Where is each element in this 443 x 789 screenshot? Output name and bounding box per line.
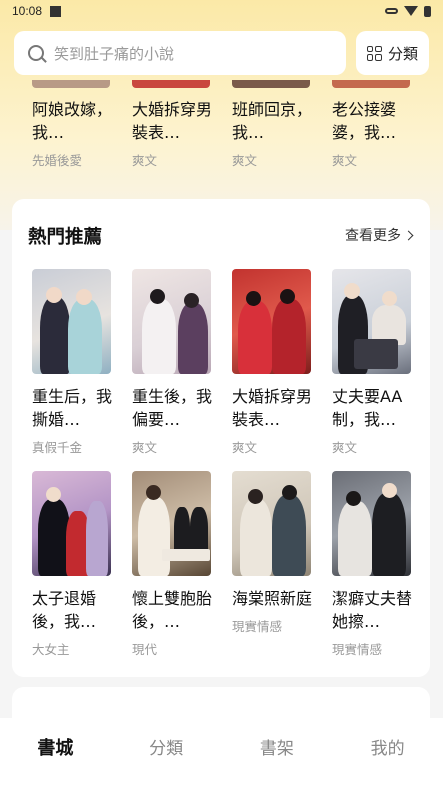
- bottom-nav: 書城 分類 書架 我的: [0, 718, 443, 789]
- book-item[interactable]: 大婚拆穿男裝表… 爽文: [232, 385, 322, 456]
- search-input[interactable]: 笑到肚子痛的小說: [14, 31, 346, 75]
- status-bar: 10:08: [0, 0, 443, 22]
- book-item[interactable]: 丈夫要AA制，我… 爽文: [332, 385, 422, 456]
- book-tag: 爽文: [132, 440, 158, 455]
- book-item[interactable]: 老公接婆婆，我… 爽文: [332, 98, 422, 169]
- book-item[interactable]: 重生后，我撕婚… 真假千金: [32, 385, 122, 456]
- view-more-label: 查看更多: [345, 228, 401, 244]
- book-cover[interactable]: [132, 471, 211, 576]
- top-book-row: 阿娘改嫁，我… 先婚後愛 大婚拆穿男裝表… 爽文 班師回京，我… 爽文 老公接婆…: [0, 80, 443, 190]
- book-tag: 爽文: [232, 153, 258, 168]
- book-tag: 現實情感: [232, 619, 283, 634]
- book-tag: 爽文: [332, 153, 358, 168]
- book-title: 班師回京，我…: [232, 100, 313, 142]
- book-cover[interactable]: [332, 471, 411, 576]
- book-cover[interactable]: [132, 269, 211, 374]
- notification-icon: [50, 5, 62, 17]
- hot-recommend-section: 熱門推薦 查看更多 重生后，我撕婚… 真假千金 重生後，我偏要… 爽文 大婚拆穿…: [12, 199, 430, 677]
- category-button[interactable]: 分類: [356, 31, 429, 75]
- category-button-label: 分類: [387, 44, 418, 63]
- book-item[interactable]: 太子退婚後，我… 大女主: [32, 587, 122, 658]
- grid-icon: [366, 45, 382, 61]
- book-cover[interactable]: [232, 269, 311, 374]
- book-title: 海棠照新庭: [232, 589, 313, 608]
- book-cover[interactable]: [232, 80, 310, 88]
- book-cover[interactable]: [332, 80, 410, 88]
- battery-icon: [424, 5, 431, 17]
- book-cover[interactable]: [232, 471, 311, 576]
- book-title: 重生后，我撕婚…: [32, 387, 113, 429]
- book-title: 阿娘改嫁，我…: [32, 100, 113, 142]
- search-icon: [28, 45, 44, 61]
- book-cover[interactable]: [332, 269, 411, 374]
- nav-bookstore[interactable]: 書城: [15, 734, 95, 760]
- book-tag: 真假千金: [32, 440, 83, 455]
- book-tag: 爽文: [332, 440, 358, 455]
- book-cover[interactable]: [32, 80, 110, 88]
- book-tag: 大女主: [32, 642, 70, 657]
- book-title: 太子退婚後，我…: [32, 589, 97, 631]
- book-title: 大婚拆穿男裝表…: [232, 387, 313, 429]
- book-tag: 現實情感: [332, 642, 383, 657]
- book-tag: 先婚後愛: [32, 153, 83, 168]
- chevron-right-icon: [403, 230, 414, 240]
- book-tag: 爽文: [132, 153, 158, 168]
- book-cover[interactable]: [32, 471, 111, 576]
- status-time: 10:08: [12, 4, 43, 18]
- book-item[interactable]: 海棠照新庭 現實情感: [232, 587, 322, 635]
- search-placeholder: 笑到肚子痛的小說: [54, 44, 175, 63]
- wifi-icon: [404, 6, 418, 16]
- book-item[interactable]: 潔癖丈夫替她擦… 現實情感: [332, 587, 422, 658]
- book-item[interactable]: 大婚拆穿男裝表… 爽文: [132, 98, 222, 169]
- book-cover[interactable]: [32, 269, 111, 374]
- book-item[interactable]: 阿娘改嫁，我… 先婚後愛: [32, 98, 122, 169]
- book-item[interactable]: 班師回京，我… 爽文: [232, 98, 322, 169]
- nav-category[interactable]: 分類: [126, 734, 206, 759]
- book-title: 懷上雙胞胎後，…: [132, 589, 213, 631]
- book-title: 老公接婆婆，我…: [332, 100, 397, 142]
- view-more-link[interactable]: 查看更多: [345, 225, 414, 245]
- book-title: 丈夫要AA制，我…: [332, 387, 403, 429]
- book-item[interactable]: 重生後，我偏要… 爽文: [132, 385, 222, 456]
- book-tag: 爽文: [232, 440, 258, 455]
- book-tag: 現代: [132, 642, 158, 657]
- nav-bookshelf[interactable]: 書架: [237, 734, 317, 759]
- vpn-key-icon: [385, 8, 398, 14]
- section-title: 熱門推薦: [28, 227, 103, 248]
- book-title: 重生後，我偏要…: [132, 387, 213, 429]
- nav-profile[interactable]: 我的: [348, 734, 428, 759]
- book-title: 潔癖丈夫替她擦…: [332, 589, 413, 631]
- book-title: 大婚拆穿男裝表…: [132, 100, 213, 142]
- book-item[interactable]: 懷上雙胞胎後，… 現代: [132, 587, 222, 658]
- book-cover[interactable]: [132, 80, 210, 88]
